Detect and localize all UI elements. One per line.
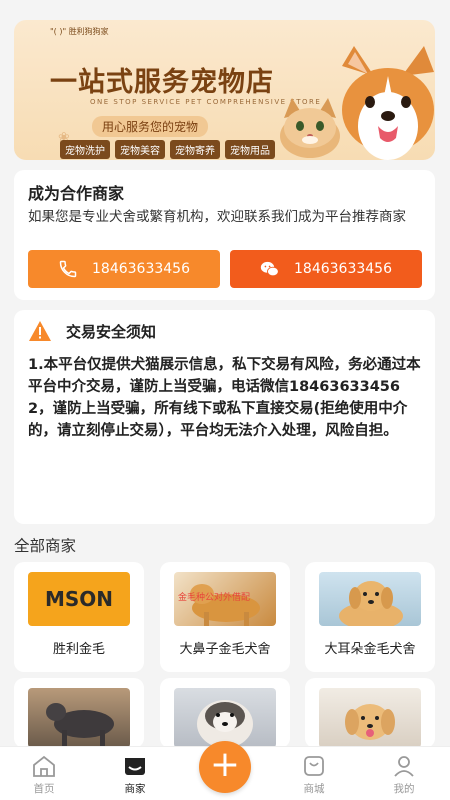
service-tag: 宠物洗护: [60, 140, 110, 159]
photo-caption: 金毛种公对外借配: [178, 593, 251, 603]
safety-notice-card: 交易安全须知 1.本平台仅提供犬猫展示信息，私下交易有风险，务必通过本平台中介交…: [14, 310, 435, 524]
wechat-contact-button[interactable]: 18463633456: [230, 250, 422, 288]
notice-line-1: 1.本平台仅提供犬猫展示信息，私下交易有风险，务必通过本平台中介交易，谨防上当受…: [28, 357, 421, 395]
merchant-card[interactable]: 金毛种公对外借配 大鼻子金毛犬舍: [160, 562, 290, 672]
merchant-name: 大鼻子金毛犬舍: [179, 642, 271, 657]
bottom-tab-bar: 首页 商家 + 商城 我的: [0, 741, 450, 800]
tab-label: 首页: [33, 783, 55, 795]
user-icon: [394, 756, 414, 777]
merchant-name: 胜利金毛: [52, 642, 105, 657]
logo-text: MSON: [44, 587, 114, 611]
tab-merchants[interactable]: 商家: [105, 753, 165, 796]
merchant-photo: [28, 688, 130, 748]
wechat-icon: [260, 261, 279, 277]
brand-mark: "( )" 胜利狗狗家: [50, 27, 109, 36]
service-tag: 宠物美容: [115, 140, 165, 159]
merchant-card[interactable]: MSON 胜利金毛: [14, 562, 144, 672]
partner-card: 成为合作商家 如果您是专业犬舍或繁育机构，欢迎联系我们成为平台推荐商家 1846…: [14, 170, 435, 300]
merchant-photo: [319, 688, 421, 748]
notice-body: 1.本平台仅提供犬猫展示信息，私下交易有风险，务必通过本平台中介交易，谨防上当受…: [28, 354, 428, 442]
merchant-card[interactable]: [14, 678, 144, 748]
tab-label: 商家: [124, 783, 146, 795]
banner-title: 一站式服务宠物店: [50, 67, 274, 98]
tab-mall[interactable]: 商城: [284, 753, 344, 796]
dog-photo: [46, 703, 114, 748]
service-tag: 宠物寄养: [170, 140, 220, 159]
tab-home[interactable]: 首页: [14, 753, 74, 796]
notice-title: 交易安全须知: [66, 322, 157, 341]
merchant-photo: [319, 572, 421, 626]
wechat-number: 18463633456: [294, 261, 392, 277]
publish-plus-button[interactable]: +: [199, 741, 251, 793]
merchant-card[interactable]: 大耳朵金毛犬舍: [305, 562, 435, 672]
home-icon: [33, 755, 55, 777]
notice-line-2: 2，谨防上当受骗，所有线下或私下直接交易(拒绝使用中介的，请立刻停止交易），平台…: [28, 401, 408, 439]
dog-photo: [345, 704, 395, 740]
merchant-logo: MSON: [28, 572, 130, 626]
phone-number: 18463633456: [92, 261, 190, 277]
bag-icon: [304, 756, 324, 776]
warning-icon: [29, 321, 51, 341]
tab-label: 商城: [303, 783, 325, 795]
phone-contact-button[interactable]: 18463633456: [28, 250, 220, 288]
notice-header: 交易安全须知: [28, 320, 156, 342]
service-tags: 宠物洗护 宠物美容 宠物寄养 宠物用品: [60, 140, 275, 159]
merchant-card[interactable]: [305, 678, 435, 748]
tab-profile[interactable]: 我的: [374, 753, 434, 796]
section-title: 全部商家: [14, 537, 77, 555]
merchant-card[interactable]: [160, 678, 290, 748]
partner-description: 如果您是专业犬舍或繁育机构，欢迎联系我们成为平台推荐商家: [28, 209, 406, 225]
plus-icon: +: [209, 744, 241, 785]
corgi-illustration: [342, 46, 434, 160]
dog-photo: [197, 700, 253, 748]
banner-slogan: 用心服务您的宠物: [92, 116, 209, 137]
merchant-photo: [174, 688, 276, 748]
promo-banner[interactable]: "( )" 胜利狗狗家 一站式服务宠物店 ONE STOP SERVICE PE…: [14, 20, 435, 160]
store-icon: [125, 758, 145, 775]
service-tag: 宠物用品: [225, 140, 275, 159]
merchant-photo: 金毛种公对外借配: [174, 572, 276, 626]
tab-label: 我的: [393, 783, 415, 795]
merchant-name: 大耳朵金毛犬舍: [324, 642, 416, 657]
phone-icon: [59, 260, 77, 278]
dog-photo: [339, 581, 403, 626]
partner-title: 成为合作商家: [28, 184, 125, 203]
